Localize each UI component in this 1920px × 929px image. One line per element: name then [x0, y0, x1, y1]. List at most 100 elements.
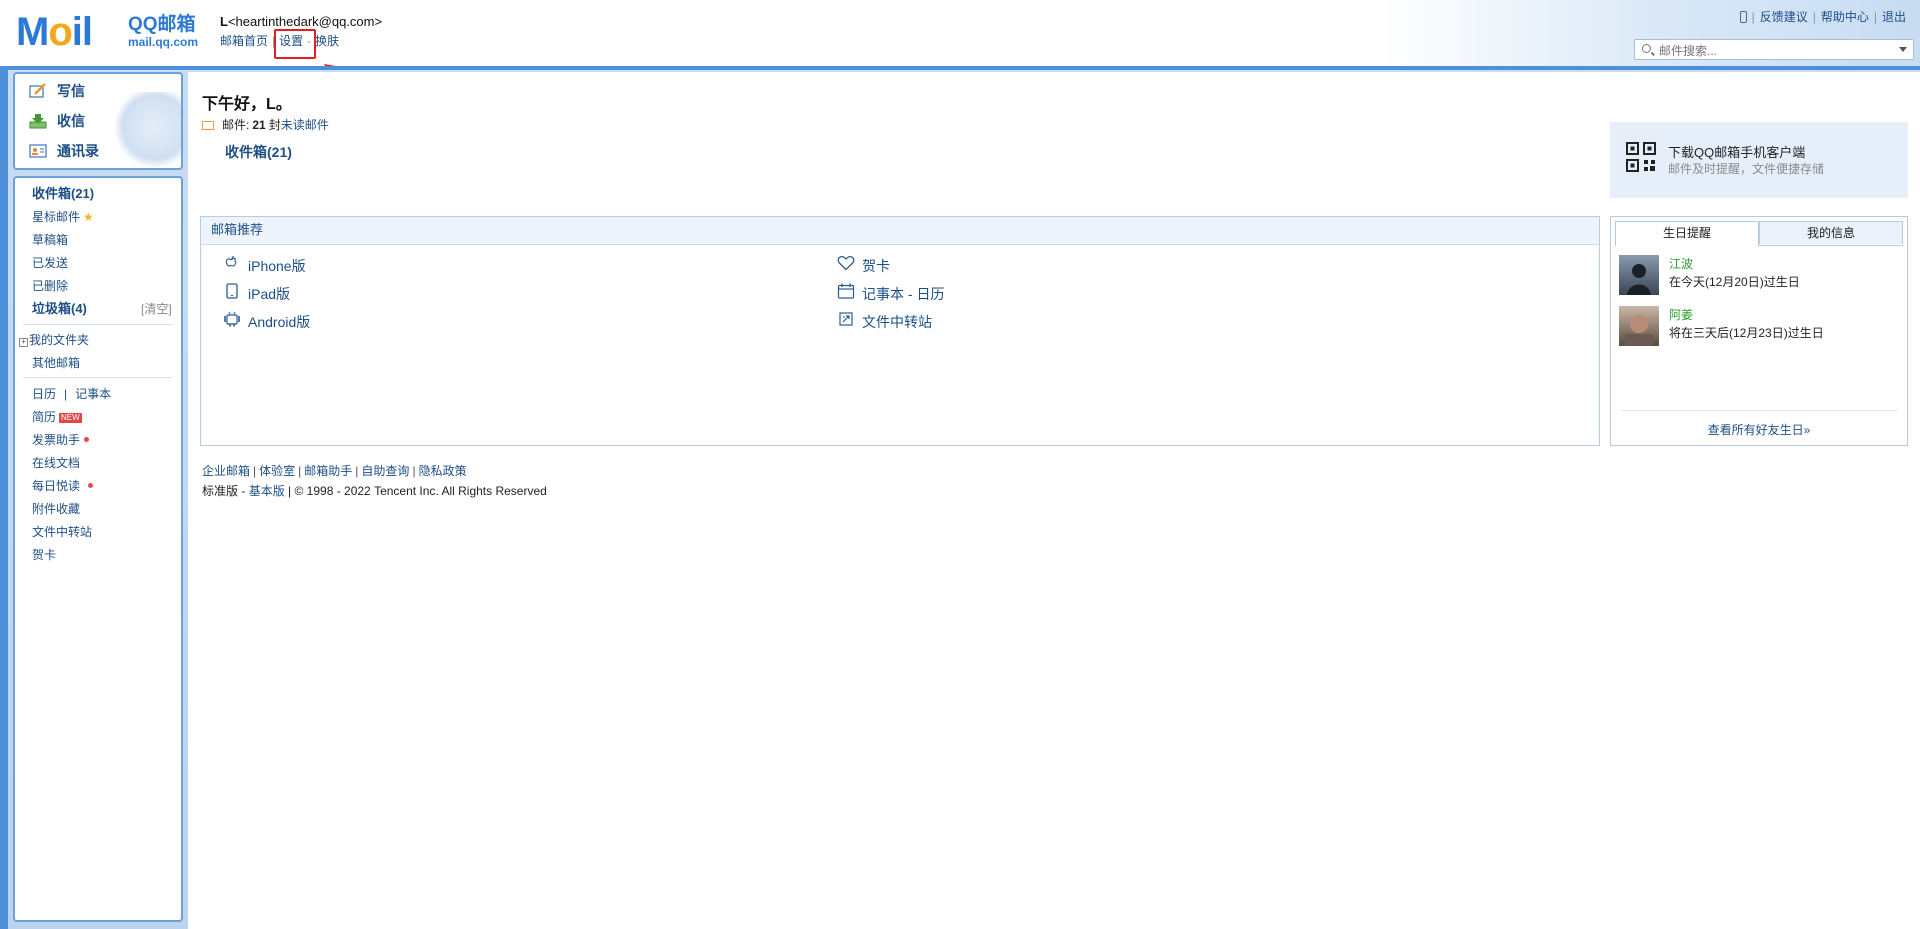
version-label: 标准版 — [202, 484, 239, 498]
file-transfer-icon — [835, 311, 857, 333]
recommend-header: 邮箱推荐 — [201, 217, 1599, 245]
birthday-friend-item[interactable]: 江波 在今天(12月20日)过生日 — [1619, 255, 1899, 297]
friend-birthday-desc: 将在三天后(12月23日)过生日 — [1669, 326, 1824, 340]
file-transfer-label: 文件中转站 — [862, 314, 932, 330]
search-dropdown-icon[interactable] — [1899, 47, 1907, 52]
my-folders-toggle[interactable]: + 我的文件夹 — [19, 331, 89, 349]
tab-my-info[interactable]: 我的信息 — [1759, 221, 1903, 244]
resume-link[interactable]: 简历 NEW — [32, 408, 82, 426]
calendar-notes-separator: | — [64, 387, 68, 401]
birthday-divider — [1621, 410, 1897, 411]
footer-enterprise-mail[interactable]: 企业邮箱 — [202, 464, 250, 478]
nav-mail-home[interactable]: 邮箱首页 — [220, 34, 268, 48]
help-center-link[interactable]: 帮助中心 — [1821, 10, 1869, 24]
feedback-link[interactable]: 反馈建议 — [1760, 10, 1808, 24]
receive-inbox-icon — [29, 114, 47, 129]
all-birthdays-link[interactable]: 查看所有好友生日» — [1611, 421, 1907, 438]
expand-plus-icon[interactable]: + — [19, 338, 28, 347]
footer-mail-assistant[interactable]: 邮箱助手 — [304, 464, 352, 478]
avatar[interactable] — [1619, 306, 1659, 346]
mail-count-unit: 封 — [268, 118, 281, 132]
settings-highlight-box — [274, 29, 316, 59]
folder-starred[interactable]: 星标邮件 ★ — [32, 208, 94, 226]
receive-button[interactable]: 收信 — [29, 110, 85, 132]
android-label: Android版 — [248, 314, 311, 330]
logo-brand-text: QQ邮箱 — [128, 14, 196, 35]
greeting-text: 下午好，L。 — [202, 96, 292, 113]
search-icon — [1642, 44, 1651, 53]
unread-mail-link[interactable]: 未读邮件 — [281, 118, 329, 132]
contacts-label: 通讯录 — [57, 143, 99, 159]
compose-label: 写信 — [57, 83, 85, 99]
promo-title: 下载QQ邮箱手机客户端 — [1668, 145, 1806, 160]
folder-divider — [23, 324, 173, 325]
heart-icon — [835, 255, 857, 277]
footer-self-service[interactable]: 自助查询 — [361, 464, 409, 478]
folder-deleted[interactable]: 已删除 — [32, 277, 68, 295]
notes-calendar-link[interactable]: 记事本 - 日历 — [835, 283, 944, 303]
mobile-app-promo[interactable]: 下载QQ邮箱手机客户端 邮件及时提醒，文件便捷存储 — [1610, 122, 1908, 198]
ipad-label: iPad版 — [248, 286, 291, 302]
apple-icon — [221, 255, 243, 277]
tab-birthday-reminder[interactable]: 生日提醒 — [1615, 221, 1759, 246]
account-line: L<heartinthedark@qq.com> — [220, 14, 382, 29]
new-badge: NEW — [59, 413, 82, 423]
attachments-link[interactable]: 附件收藏 — [32, 500, 80, 518]
mobile-phone-icon[interactable] — [1739, 11, 1747, 23]
mail-search-box[interactable] — [1634, 39, 1914, 60]
receive-label: 收信 — [57, 113, 85, 129]
notes-link[interactable]: 记事本 — [75, 387, 111, 401]
file-transfer-link[interactable]: 文件中转站 — [32, 523, 92, 541]
avatar[interactable] — [1619, 255, 1659, 295]
footer-lab[interactable]: 体验室 — [259, 464, 295, 478]
friend-birthday-desc: 在今天(12月20日)过生日 — [1669, 275, 1800, 289]
folder-other-mail[interactable]: 其他邮箱 — [32, 354, 80, 372]
friend-name[interactable]: 江波 — [1669, 255, 1693, 272]
online-docs-link[interactable]: 在线文档 — [32, 454, 80, 472]
copyright-line: 标准版 - 基本版 | © 1998 - 2022 Tencent Inc. A… — [202, 484, 547, 498]
card-label: 贺卡 — [862, 258, 890, 274]
invoice-helper-link[interactable]: 发票助手 — [32, 431, 90, 449]
contacts-button[interactable]: 通讯录 — [29, 140, 99, 162]
calendar-icon — [835, 283, 857, 305]
folder-drafts[interactable]: 草稿箱 — [32, 231, 68, 249]
folder-panel: 收件箱(21) 星标邮件 ★ 草稿箱 已发送 已删除 垃圾箱(4) [清空] + 我… — [13, 176, 183, 922]
top-header: Moil QQ邮箱 mail.qq.com L<heartinthedark@q… — [0, 0, 1920, 66]
inbox-shortcut-link[interactable]: 收件箱(21) — [225, 142, 292, 162]
qq-mail-logo[interactable]: Moil QQ邮箱 mail.qq.com — [16, 12, 202, 52]
folder-spam[interactable]: 垃圾箱(4) — [32, 300, 87, 318]
footer-links: 企业邮箱 | 体验室 | 邮箱助手 | 自助查询 | 隐私政策 — [202, 464, 467, 478]
promo-subtitle: 邮件及时提醒，文件便捷存储 — [1668, 162, 1825, 176]
compose-pencil-icon — [29, 83, 46, 98]
contacts-card-icon — [29, 144, 47, 158]
android-icon — [221, 311, 243, 333]
birthday-panel: 生日提醒 我的信息 江波 在今天(12月20日)过生日 阿姜 将在三天后(12月… — [1610, 216, 1908, 446]
friend-name[interactable]: 阿姜 — [1669, 306, 1693, 323]
spam-clear-link[interactable]: [清空] — [141, 300, 172, 318]
notes-calendar-label: 记事本 - 日历 — [862, 286, 945, 302]
iphone-app-link[interactable]: iPhone版 — [221, 255, 306, 275]
top-right-links: | 反馈建议 | 帮助中心 | 退出 — [1739, 8, 1906, 25]
greeting-card-link[interactable]: 贺卡 — [835, 255, 890, 275]
logout-link[interactable]: 退出 — [1882, 10, 1906, 24]
mail-count-label: 邮件: — [222, 118, 250, 132]
folder-sent[interactable]: 已发送 — [32, 254, 68, 272]
footer-privacy[interactable]: 隐私政策 — [419, 464, 467, 478]
folder-starred-label: 星标邮件 — [32, 210, 81, 224]
mail-search-input[interactable] — [1657, 41, 1891, 60]
folder-inbox[interactable]: 收件箱(21) — [32, 185, 94, 203]
file-transfer-recommend-link[interactable]: 文件中转站 — [835, 311, 932, 331]
ipad-app-link[interactable]: iPad版 — [221, 283, 290, 303]
invoice-label: 发票助手 — [32, 433, 81, 447]
qr-code-icon — [1626, 142, 1656, 172]
basic-version-link[interactable]: 基本版 — [249, 484, 285, 498]
android-app-link[interactable]: Android版 — [221, 311, 310, 331]
greeting-cards-link[interactable]: 贺卡 — [32, 546, 56, 564]
notification-dot — [84, 437, 90, 442]
daily-read-link[interactable]: 每日悦读 — [32, 477, 94, 495]
calendar-link[interactable]: 日历 — [32, 387, 56, 401]
compose-button[interactable]: 写信 — [29, 80, 85, 102]
nav-skin[interactable]: 换肤 — [315, 34, 339, 48]
birthday-friend-item[interactable]: 阿姜 将在三天后(12月23日)过生日 — [1619, 306, 1899, 348]
quick-actions-panel: 写信 收信 通讯录 — [13, 72, 183, 170]
